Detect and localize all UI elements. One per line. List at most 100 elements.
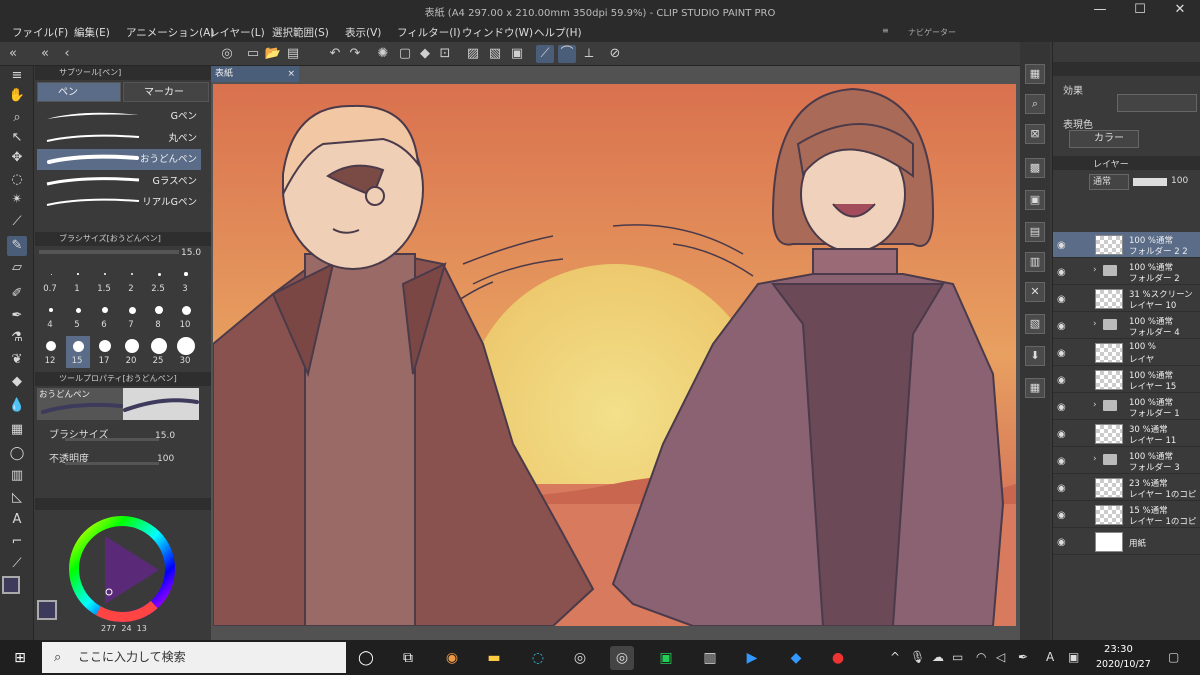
figure-icon[interactable]: ◯ [7, 444, 27, 464]
visibility-eye-icon[interactable]: ◉ [1057, 294, 1066, 305]
material-icon[interactable]: ▣ [1025, 190, 1045, 210]
layer-row[interactable]: ◉ 100 % レイヤ [1053, 340, 1200, 366]
color-wheel[interactable] [67, 514, 177, 624]
brush-item[interactable]: リアルGペン [37, 192, 201, 213]
volume-icon[interactable]: ◁ [996, 650, 1005, 664]
visibility-eye-icon[interactable]: ◉ [1057, 537, 1066, 548]
document-tab[interactable]: 表紙 × [211, 66, 299, 82]
layer-row[interactable]: ◉ 100 %通常 レイヤー 15 [1053, 367, 1200, 393]
material-icon[interactable]: ⬇ [1025, 346, 1045, 366]
loading-icon[interactable]: ✺ [374, 45, 392, 63]
snap-special-ruler-icon[interactable]: ⌒ [558, 45, 576, 63]
menu-selection[interactable]: 選択範囲(S) [272, 25, 329, 40]
collapse-icon[interactable]: « [36, 45, 54, 63]
layer-row[interactable]: ◉ 100 %通常 フォルダー 2 2 [1053, 232, 1200, 258]
menu-window[interactable]: ウィンドウ(W) [462, 25, 533, 40]
chrome-icon[interactable]: ◉ [440, 646, 464, 670]
zoom-app-icon[interactable]: ▶ [740, 646, 764, 670]
menu-animation[interactable]: アニメーション(A) [126, 25, 214, 40]
airbrush-icon[interactable]: ⚗ [7, 328, 27, 348]
brushsize-slider[interactable] [39, 250, 179, 254]
menu-view[interactable]: 表示(V) [345, 25, 381, 40]
tab-marker[interactable]: マーカー [123, 82, 209, 102]
app-icon[interactable]: ● [826, 646, 850, 670]
material-icon[interactable]: ▩ [1025, 158, 1045, 178]
pencil-icon[interactable]: ✐ [7, 284, 27, 304]
windows-start-icon[interactable]: ⊞ [8, 646, 32, 670]
clip-studio-icon[interactable]: ◎ [568, 646, 592, 670]
visibility-eye-icon[interactable]: ◉ [1057, 321, 1066, 332]
brushsize-preset-dot[interactable] [46, 341, 56, 351]
tab-layer[interactable]: レイヤー [1093, 157, 1129, 170]
expression-select[interactable]: カラー [1069, 130, 1139, 148]
tab-pen[interactable]: ペン [37, 82, 121, 102]
line-app-icon[interactable]: ▣ [654, 646, 678, 670]
auto-action-icon[interactable]: ⊠ [1025, 124, 1045, 144]
layer-row[interactable]: ◉ 31 %スクリーン レイヤー 10 [1053, 286, 1200, 312]
visibility-eye-icon[interactable]: ◉ [1057, 375, 1066, 386]
brushsize-preset-dot[interactable] [151, 338, 167, 354]
transform-icon[interactable]: ⊡ [436, 45, 454, 63]
chevron-up-icon[interactable]: ^ [890, 650, 900, 664]
material-icon[interactable]: ✕ [1025, 282, 1045, 302]
text-icon[interactable]: A [7, 510, 27, 530]
brushsize-prop-value[interactable]: 15.0 [155, 431, 175, 441]
brushsize-preset-dot[interactable] [184, 272, 188, 276]
visibility-eye-icon[interactable]: ◉ [1057, 510, 1066, 521]
brushsize-preset-dot[interactable] [99, 340, 111, 352]
material-icon[interactable]: ▧ [1025, 314, 1045, 334]
brush-item[interactable]: Gペン [37, 106, 201, 127]
layer-row[interactable]: ◉ 用紙 [1053, 529, 1200, 555]
hand-icon[interactable]: ✋ [7, 86, 27, 106]
taskbar-search-input[interactable]: ⌕ ここに入力して検索 [42, 642, 346, 673]
layer-property-icon[interactable]: ▦ [1025, 64, 1045, 84]
brushsize-preset-dot[interactable] [128, 306, 136, 314]
search-layer-icon[interactable]: ⌕ [1025, 94, 1045, 114]
brushsize-preset-dot[interactable] [102, 307, 108, 313]
clock-date[interactable]: 2020/10/27 [1096, 659, 1151, 670]
file-explorer-icon[interactable]: ▬ [482, 646, 506, 670]
balloon-icon[interactable]: ⌐ [7, 532, 27, 552]
minimize-button[interactable]: — [1080, 0, 1120, 22]
blend-icon[interactable]: 💧 [7, 396, 27, 416]
clock-time[interactable]: 23:30 [1104, 644, 1133, 655]
decoration-icon[interactable]: ❦ [7, 350, 27, 370]
brushsize-preset-dot[interactable] [130, 272, 134, 276]
snap-grid-icon[interactable]: ⟂ [580, 45, 598, 63]
eyedropper-icon[interactable]: ⟋ [7, 212, 27, 232]
close-button[interactable]: ✕ [1160, 0, 1200, 22]
main-color-swatch[interactable] [2, 576, 20, 594]
battery-icon[interactable]: ▭ [952, 650, 963, 664]
brush-item[interactable]: Gラスペン [37, 171, 201, 192]
notification-icon[interactable]: ▢ [1168, 650, 1179, 664]
layer-opacity-slider[interactable] [1133, 178, 1167, 186]
navigator-label[interactable]: ナビゲーター [908, 27, 956, 38]
pen-icon[interactable]: ✎ [7, 236, 27, 256]
opacity-slider[interactable] [65, 462, 159, 465]
material-icon[interactable]: ▦ [1025, 378, 1045, 398]
gradient-icon[interactable]: ▦ [7, 420, 27, 440]
help-icon[interactable]: ⊘ [606, 45, 624, 63]
open-file-icon[interactable]: 📂 [264, 45, 282, 63]
brushsize-value[interactable]: 15.0 [181, 248, 201, 258]
show-selection-icon[interactable]: ▣ [508, 45, 526, 63]
zoom-icon[interactable]: ⌕ [7, 108, 27, 128]
menu-file[interactable]: ファイル(F) [12, 25, 68, 40]
move-layer-icon[interactable]: ✥ [7, 148, 27, 168]
brushsize-preset-dot[interactable] [72, 340, 84, 352]
expand-arrow-icon[interactable]: › [1093, 265, 1097, 275]
blend-mode-select[interactable]: 通常 [1089, 174, 1129, 190]
clip-studio-paint-icon[interactable]: ◎ [610, 646, 634, 670]
layer-row[interactable]: ◉ › 100 %通常 フォルダー 2 [1053, 259, 1200, 285]
visibility-eye-icon[interactable]: ◉ [1057, 240, 1066, 251]
microphone-icon[interactable]: 🎙 [910, 650, 925, 664]
main-color-chip[interactable] [37, 600, 57, 620]
brushsize-preset-dot[interactable] [181, 305, 191, 315]
app-icon[interactable]: ◆ [784, 646, 808, 670]
layer-row[interactable]: ◉ 15 %通常 レイヤー 1のコピ [1053, 502, 1200, 528]
layer-row[interactable]: ◉ › 100 %通常 フォルダー 3 [1053, 448, 1200, 474]
brush-item[interactable]: 丸ペン [37, 128, 201, 149]
brushsize-preset-dot[interactable] [155, 306, 163, 314]
brushsize-preset-dot[interactable] [49, 308, 53, 312]
clip-studio-icon[interactable]: ◎ [218, 45, 236, 63]
